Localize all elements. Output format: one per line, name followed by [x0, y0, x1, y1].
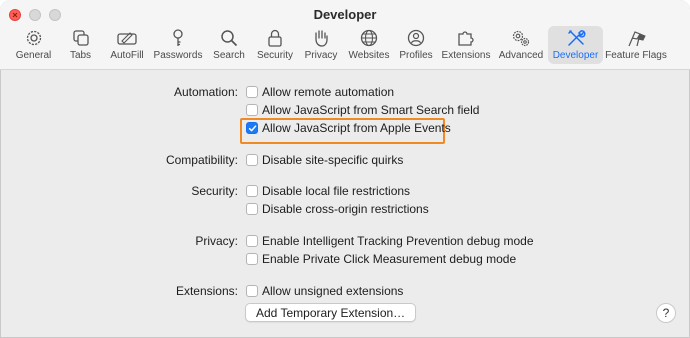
disable-local-file-restrictions-label[interactable]: Disable local file restrictions: [262, 184, 410, 198]
pcm-debug-mode-label[interactable]: Enable Private Click Measurement debug m…: [262, 252, 516, 266]
disable-site-quirks-label[interactable]: Disable site-specific quirks: [262, 153, 403, 167]
add-temporary-extension-button[interactable]: Add Temporary Extension…: [245, 303, 417, 322]
tab-label: Search: [213, 50, 245, 61]
tab-extensions[interactable]: Extensions: [438, 26, 494, 64]
tab-passwords[interactable]: Passwords: [150, 26, 206, 64]
allow-unsigned-extensions-checkbox[interactable]: [246, 285, 258, 297]
disable-cross-origin-restrictions-label[interactable]: Disable cross-origin restrictions: [262, 202, 429, 216]
tab-label: Feature Flags: [605, 50, 667, 61]
allow-remote-automation-checkbox[interactable]: [246, 86, 258, 98]
checkmark-icon: [248, 124, 256, 131]
disable-local-file-restrictions-checkbox[interactable]: [246, 185, 258, 197]
tab-label: Profiles: [399, 50, 433, 61]
tab-autofill[interactable]: AutoFill: [104, 26, 150, 64]
tab-general[interactable]: General: [10, 26, 57, 64]
allow-js-apple-events-label[interactable]: Allow JavaScript from Apple Events: [262, 121, 451, 135]
gears-icon: [510, 28, 532, 48]
tab-profiles[interactable]: Profiles: [394, 26, 438, 64]
search-icon: [218, 28, 240, 48]
tab-label: AutoFill: [110, 50, 144, 61]
tab-websites[interactable]: Websites: [344, 26, 394, 64]
pcm-debug-mode-checkbox[interactable]: [246, 253, 258, 265]
tab-label: Advanced: [498, 50, 544, 61]
puzzle-icon: [455, 28, 477, 48]
tab-label: General: [15, 50, 52, 61]
tab-label: Privacy: [304, 50, 338, 61]
hand-icon: [310, 28, 332, 48]
globe-icon: [358, 28, 380, 48]
tab-label: Security: [256, 50, 294, 61]
tab-label: Websites: [348, 50, 390, 61]
itp-debug-mode-label[interactable]: Enable Intelligent Tracking Prevention d…: [262, 234, 534, 248]
gear-icon: [23, 28, 45, 48]
tab-search[interactable]: Search: [206, 26, 252, 64]
allow-unsigned-extensions-label[interactable]: Allow unsigned extensions: [262, 284, 403, 298]
disable-site-quirks-checkbox[interactable]: [246, 154, 258, 166]
itp-debug-mode-checkbox[interactable]: [246, 235, 258, 247]
lock-icon: [264, 28, 286, 48]
automation-label: Automation:: [173, 85, 238, 99]
preferences-toolbar: General Tabs AutoFill Passwords Search S…: [10, 26, 669, 64]
window-title: Developer: [313, 7, 377, 22]
help-button[interactable]: ?: [656, 303, 676, 323]
key-icon: [167, 28, 189, 48]
allow-remote-automation-label[interactable]: Allow remote automation: [262, 85, 394, 99]
extensions-label: Extensions:: [175, 284, 238, 298]
window-titlebar: Developer General Tabs AutoFill Password…: [0, 0, 690, 70]
person-icon: [405, 28, 427, 48]
tab-tabs[interactable]: Tabs: [57, 26, 104, 64]
tab-label: Tabs: [69, 50, 92, 61]
tools-icon: [565, 28, 587, 48]
allow-js-smart-search-label[interactable]: Allow JavaScript from Smart Search field: [262, 103, 479, 117]
privacy-label: Privacy:: [195, 234, 238, 248]
tab-feature-flags[interactable]: Feature Flags: [603, 26, 669, 64]
tab-label: Developer: [552, 50, 599, 61]
tab-developer[interactable]: Developer: [548, 26, 603, 64]
allow-js-apple-events-checkbox[interactable]: [246, 122, 258, 134]
tab-security[interactable]: Security: [252, 26, 298, 64]
tab-advanced[interactable]: Advanced: [494, 26, 548, 64]
autofill-icon: [116, 28, 138, 48]
tabs-icon: [70, 28, 92, 48]
security-label: Security:: [191, 184, 238, 198]
tab-label: Extensions: [441, 50, 491, 61]
tab-label: Passwords: [153, 50, 203, 61]
tab-privacy[interactable]: Privacy: [298, 26, 344, 64]
disable-cross-origin-restrictions-checkbox[interactable]: [246, 203, 258, 215]
preferences-window: Developer General Tabs AutoFill Password…: [0, 0, 690, 338]
flags-icon: [625, 28, 647, 48]
allow-js-smart-search-checkbox[interactable]: [246, 104, 258, 116]
compatibility-label: Compatibility:: [165, 153, 238, 167]
